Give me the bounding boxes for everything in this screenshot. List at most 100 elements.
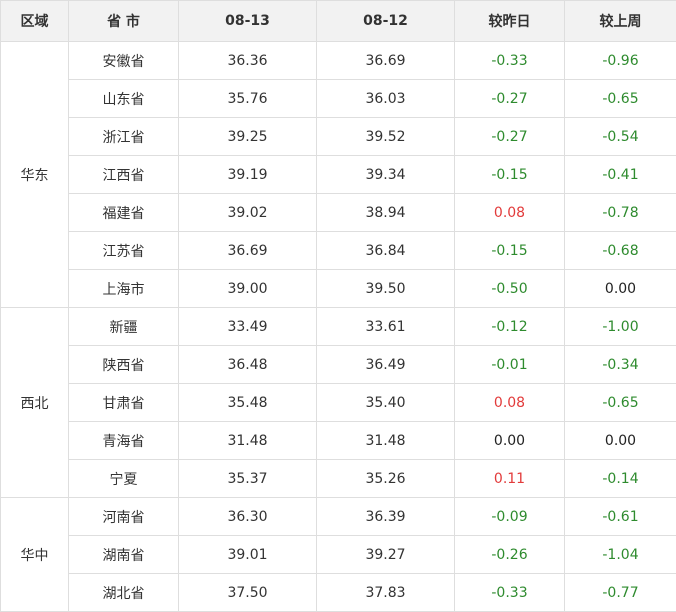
change-vs-last-week-cell: -0.34 [565, 346, 676, 384]
price-0813-cell: 39.01 [179, 536, 317, 574]
price-0813-cell: 35.76 [179, 80, 317, 118]
change-vs-yesterday-cell: -0.33 [455, 42, 565, 80]
price-0813-cell: 33.49 [179, 308, 317, 346]
change-vs-last-week-cell: 0.00 [565, 422, 676, 460]
change-vs-last-week-cell: -0.54 [565, 118, 676, 156]
price-0813-cell: 36.30 [179, 498, 317, 536]
province-cell: 陕西省 [69, 346, 179, 384]
table-row: 华东安徽省36.3636.69-0.33-0.96 [1, 42, 676, 80]
province-cell: 安徽省 [69, 42, 179, 80]
province-cell: 浙江省 [69, 118, 179, 156]
change-vs-last-week-cell: -0.41 [565, 156, 676, 194]
price-0813-cell: 35.37 [179, 460, 317, 498]
province-cell: 福建省 [69, 194, 179, 232]
table-row: 浙江省39.2539.52-0.27-0.54 [1, 118, 676, 156]
table-row: 湖北省37.5037.83-0.33-0.77 [1, 574, 676, 612]
price-0812-cell: 36.03 [317, 80, 455, 118]
province-cell: 新疆 [69, 308, 179, 346]
change-vs-last-week-cell: -0.78 [565, 194, 676, 232]
change-vs-last-week-cell: -0.14 [565, 460, 676, 498]
table-row: 西北新疆33.4933.61-0.12-1.00 [1, 308, 676, 346]
change-vs-yesterday-cell: 0.08 [455, 194, 565, 232]
price-0812-cell: 35.26 [317, 460, 455, 498]
table-row: 华中河南省36.3036.39-0.09-0.61 [1, 498, 676, 536]
price-0812-cell: 39.52 [317, 118, 455, 156]
price-0813-cell: 35.48 [179, 384, 317, 422]
change-vs-last-week-cell: -0.77 [565, 574, 676, 612]
change-vs-yesterday-cell: -0.27 [455, 80, 565, 118]
header-region: 区域 [1, 1, 69, 42]
province-cell: 宁夏 [69, 460, 179, 498]
price-0812-cell: 35.40 [317, 384, 455, 422]
province-cell: 青海省 [69, 422, 179, 460]
table-row: 山东省35.7636.03-0.27-0.65 [1, 80, 676, 118]
table-body: 华东安徽省36.3636.69-0.33-0.96山东省35.7636.03-0… [1, 42, 676, 612]
change-vs-yesterday-cell: -0.27 [455, 118, 565, 156]
table-row: 江西省39.1939.34-0.15-0.41 [1, 156, 676, 194]
province-cell: 河南省 [69, 498, 179, 536]
change-vs-yesterday-cell: 0.11 [455, 460, 565, 498]
header-vs-yesterday: 较昨日 [455, 1, 565, 42]
price-0812-cell: 37.83 [317, 574, 455, 612]
change-vs-last-week-cell: -1.04 [565, 536, 676, 574]
price-0812-cell: 36.49 [317, 346, 455, 384]
price-0813-cell: 36.48 [179, 346, 317, 384]
change-vs-last-week-cell: -0.68 [565, 232, 676, 270]
province-cell: 山东省 [69, 80, 179, 118]
table-row: 青海省31.4831.480.000.00 [1, 422, 676, 460]
price-0813-cell: 36.69 [179, 232, 317, 270]
table-row: 宁夏35.3735.260.11-0.14 [1, 460, 676, 498]
table-row: 湖南省39.0139.27-0.26-1.04 [1, 536, 676, 574]
header-date-0813: 08-13 [179, 1, 317, 42]
province-cell: 湖南省 [69, 536, 179, 574]
province-cell: 甘肃省 [69, 384, 179, 422]
province-cell: 江西省 [69, 156, 179, 194]
price-table: 区域 省 市 08-13 08-12 较昨日 较上周 华东安徽省36.3636.… [0, 0, 676, 612]
change-vs-yesterday-cell: 0.08 [455, 384, 565, 422]
change-vs-yesterday-cell: 0.00 [455, 422, 565, 460]
price-0812-cell: 39.34 [317, 156, 455, 194]
header-row: 区域 省 市 08-13 08-12 较昨日 较上周 [1, 1, 676, 42]
price-0812-cell: 31.48 [317, 422, 455, 460]
table-header: 区域 省 市 08-13 08-12 较昨日 较上周 [1, 1, 676, 42]
header-date-0812: 08-12 [317, 1, 455, 42]
price-0813-cell: 39.19 [179, 156, 317, 194]
table-row: 江苏省36.6936.84-0.15-0.68 [1, 232, 676, 270]
change-vs-last-week-cell: -0.61 [565, 498, 676, 536]
price-0813-cell: 36.36 [179, 42, 317, 80]
header-vs-last-week: 较上周 [565, 1, 676, 42]
table-row: 福建省39.0238.940.08-0.78 [1, 194, 676, 232]
header-province: 省 市 [69, 1, 179, 42]
price-0813-cell: 37.50 [179, 574, 317, 612]
price-0812-cell: 39.27 [317, 536, 455, 574]
province-cell: 湖北省 [69, 574, 179, 612]
price-0813-cell: 39.02 [179, 194, 317, 232]
change-vs-last-week-cell: -0.65 [565, 80, 676, 118]
change-vs-yesterday-cell: -0.50 [455, 270, 565, 308]
price-0813-cell: 39.00 [179, 270, 317, 308]
price-0812-cell: 38.94 [317, 194, 455, 232]
change-vs-yesterday-cell: -0.15 [455, 232, 565, 270]
change-vs-last-week-cell: -0.65 [565, 384, 676, 422]
region-cell: 西北 [1, 308, 69, 498]
region-cell: 华东 [1, 42, 69, 308]
table-row: 甘肃省35.4835.400.08-0.65 [1, 384, 676, 422]
price-0812-cell: 39.50 [317, 270, 455, 308]
price-0812-cell: 33.61 [317, 308, 455, 346]
change-vs-yesterday-cell: -0.12 [455, 308, 565, 346]
change-vs-yesterday-cell: -0.01 [455, 346, 565, 384]
table-row: 上海市39.0039.50-0.500.00 [1, 270, 676, 308]
price-0812-cell: 36.69 [317, 42, 455, 80]
province-cell: 江苏省 [69, 232, 179, 270]
region-cell: 华中 [1, 498, 69, 612]
change-vs-yesterday-cell: -0.33 [455, 574, 565, 612]
change-vs-last-week-cell: 0.00 [565, 270, 676, 308]
price-0813-cell: 31.48 [179, 422, 317, 460]
price-0812-cell: 36.84 [317, 232, 455, 270]
change-vs-yesterday-cell: -0.09 [455, 498, 565, 536]
change-vs-yesterday-cell: -0.26 [455, 536, 565, 574]
change-vs-last-week-cell: -1.00 [565, 308, 676, 346]
change-vs-yesterday-cell: -0.15 [455, 156, 565, 194]
price-0812-cell: 36.39 [317, 498, 455, 536]
province-cell: 上海市 [69, 270, 179, 308]
